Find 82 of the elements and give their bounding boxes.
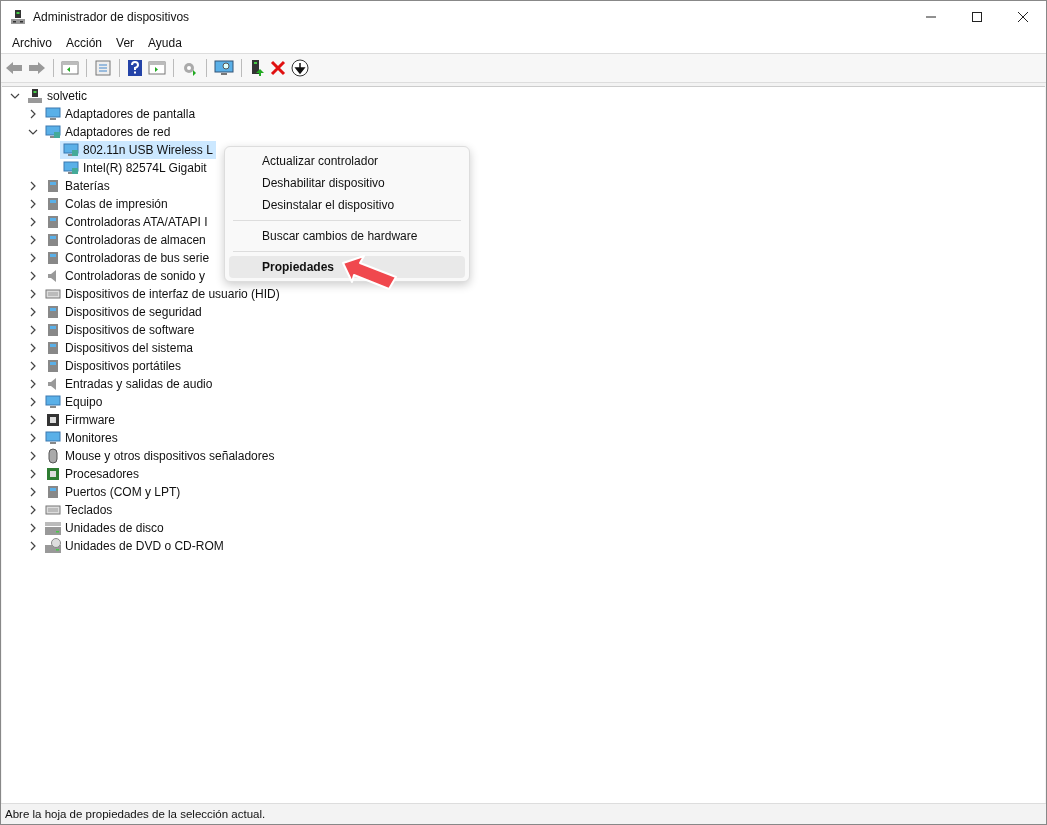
menu-item[interactable]: Ver <box>109 35 142 50</box>
tree-item[interactable]: Dispositivos portátiles <box>42 357 185 375</box>
network-icon <box>63 142 79 158</box>
tree-item[interactable]: Firmware <box>42 411 118 429</box>
tree-item[interactable]: Unidades de DVD o CD-ROM <box>42 537 227 555</box>
tree-item[interactable]: Adaptadores de pantalla <box>42 105 199 123</box>
tree-item[interactable]: Adaptadores de red <box>42 123 174 141</box>
back-arrow-icon[interactable] <box>5 60 23 76</box>
chevron-right-icon[interactable] <box>28 181 38 191</box>
tree-item[interactable]: Procesadores <box>42 465 143 483</box>
network-icon <box>63 160 79 176</box>
help-icon[interactable] <box>127 59 143 77</box>
menu-item[interactable]: Acción <box>59 35 110 50</box>
chevron-right-icon[interactable] <box>28 325 38 335</box>
menu-item[interactable]: Desinstalar el dispositivo <box>229 194 465 216</box>
computer-icon <box>10 8 26 25</box>
chevron-right-icon[interactable] <box>28 361 38 371</box>
monitor-search-icon[interactable] <box>214 59 234 77</box>
keyboard-icon <box>45 286 61 302</box>
monitor-icon <box>45 106 61 122</box>
chevron-right-icon[interactable] <box>28 469 38 479</box>
tree-item[interactable]: 802.11n USB Wireless L <box>60 141 216 159</box>
chevron-right-icon[interactable] <box>28 109 38 119</box>
device-add-icon[interactable] <box>249 59 265 77</box>
tree-item[interactable]: Equipo <box>42 393 106 411</box>
menu-item[interactable]: Buscar cambios de hardware <box>229 225 465 247</box>
chevron-right-icon[interactable] <box>28 433 38 443</box>
mouse-icon <box>45 448 61 464</box>
chevron-down-icon[interactable] <box>28 127 38 137</box>
tree-item[interactable]: Colas de impresión <box>42 195 171 213</box>
chevron-right-icon[interactable] <box>28 235 38 245</box>
cpu-icon <box>45 466 61 482</box>
disk-drive-icon <box>45 520 61 536</box>
tree-item[interactable]: Dispositivos de seguridad <box>42 303 205 321</box>
chevron-right-icon[interactable] <box>28 379 38 389</box>
menu-item[interactable]: Archivo <box>5 35 59 50</box>
status-text: Abre la hoja de propiedades de la selección actual. <box>5 808 266 820</box>
computer-icon <box>27 88 43 104</box>
chevron-right-icon[interactable] <box>28 289 38 299</box>
chevron-right-icon[interactable] <box>28 451 38 461</box>
tree-item[interactable]: Mouse y otros dispositivos señaladores <box>42 447 278 465</box>
window-title: Administrador de dispositivos <box>33 9 190 24</box>
tree-item[interactable]: Controladoras de bus serie <box>42 249 213 267</box>
chip-icon <box>45 412 61 428</box>
chevron-right-icon[interactable] <box>28 523 38 533</box>
chevron-right-icon[interactable] <box>28 487 38 497</box>
chevron-down-icon[interactable] <box>10 91 20 101</box>
tree-item[interactable]: Intel(R) 82574L Gigabit <box>60 159 210 177</box>
tree-item[interactable]: Teclados <box>42 501 116 519</box>
tree-item[interactable]: Controladoras de sonido y <box>42 267 209 285</box>
tree-item[interactable]: Dispositivos de interfaz de usuario (HID) <box>42 285 283 303</box>
dvd-drive-icon <box>45 538 61 554</box>
monitor-icon <box>45 394 61 410</box>
chevron-right-icon[interactable] <box>28 397 38 407</box>
menu-item[interactable]: Actualizar controlador <box>229 150 465 172</box>
forward-arrow-icon[interactable] <box>28 60 46 76</box>
chevron-right-icon[interactable] <box>28 271 38 281</box>
chevron-right-icon[interactable] <box>28 199 38 209</box>
tree-item[interactable]: Baterías <box>42 177 113 195</box>
chevron-right-icon[interactable] <box>28 541 38 551</box>
chevron-right-icon[interactable] <box>28 505 38 515</box>
tree-item[interactable]: Monitores <box>42 429 121 447</box>
keyboard-icon <box>45 502 61 518</box>
tree-item[interactable]: Dispositivos de software <box>42 321 198 339</box>
monitor-icon <box>45 430 61 446</box>
tree-item[interactable]: solvetic <box>24 87 90 105</box>
tree-item[interactable]: Entradas y salidas de audio <box>42 375 216 393</box>
network-icon <box>45 124 61 140</box>
tree-item[interactable]: Controladoras ATA/ATAPI I <box>42 213 211 231</box>
tree-item[interactable]: Unidades de disco <box>42 519 167 537</box>
chevron-right-icon[interactable] <box>28 415 38 425</box>
tree-item[interactable]: Dispositivos del sistema <box>42 339 197 357</box>
menu-item[interactable]: Ayuda <box>141 35 189 50</box>
tree-item[interactable]: Controladoras de almacen <box>42 231 209 249</box>
remove-icon[interactable] <box>270 60 286 76</box>
chevron-right-icon[interactable] <box>28 343 38 353</box>
tree-item[interactable]: Puertos (COM y LPT) <box>42 483 184 501</box>
chevron-right-icon[interactable] <box>28 217 38 227</box>
menu-item[interactable]: Deshabilitar dispositivo <box>229 172 465 194</box>
chevron-right-icon[interactable] <box>28 307 38 317</box>
chevron-right-icon[interactable] <box>28 253 38 263</box>
download-icon[interactable] <box>291 59 309 77</box>
